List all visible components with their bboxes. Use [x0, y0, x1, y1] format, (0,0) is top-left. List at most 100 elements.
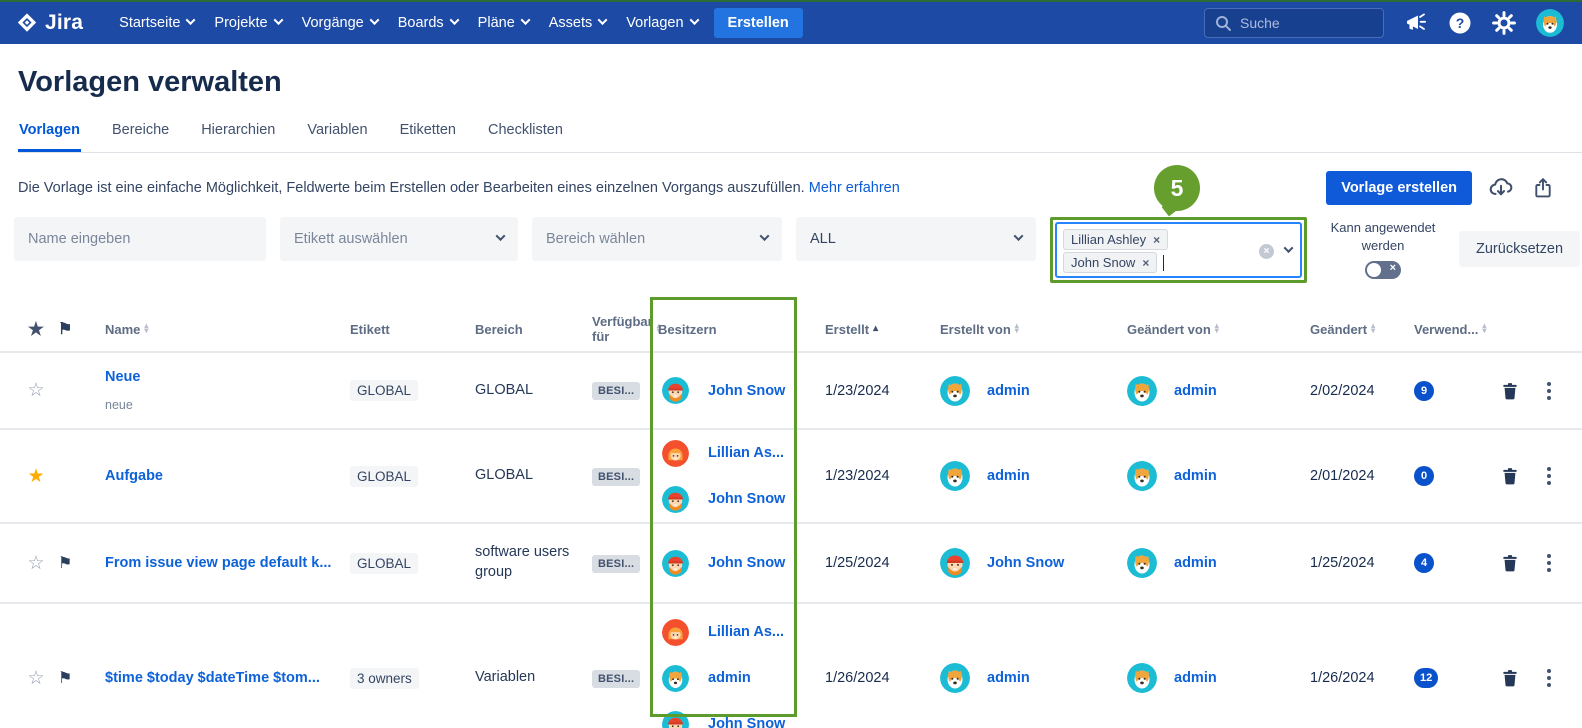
creator-link[interactable]: admin — [987, 670, 1030, 686]
nav-item-assets[interactable]: Assets — [539, 9, 617, 37]
column-header-geaendert-von[interactable]: Geändert von▴▾ — [1125, 322, 1305, 337]
delete-button[interactable] — [1490, 381, 1530, 401]
creator-avatar — [940, 376, 970, 406]
creator-link[interactable]: admin — [987, 383, 1030, 399]
user-avatar[interactable] — [1536, 9, 1564, 37]
column-header-geaendert[interactable]: Geändert▴▾ — [1305, 322, 1408, 337]
column-header-name[interactable]: Name▴▾ — [94, 322, 345, 337]
row-menu-button[interactable] — [1530, 550, 1568, 576]
star-icon[interactable]: ★ — [14, 465, 58, 488]
scope-filter-select[interactable]: Bereich wählen — [532, 217, 782, 261]
bereich-value: GLOBAL — [470, 381, 588, 401]
bereich-value: Variablen — [470, 668, 588, 688]
row-menu-button[interactable] — [1530, 665, 1568, 691]
reset-button[interactable]: Zurücksetzen — [1459, 231, 1580, 267]
owner-link[interactable]: admin — [708, 670, 751, 686]
tab-variablen[interactable]: Variablen — [306, 122, 368, 152]
help-icon[interactable]: ? — [1448, 11, 1472, 35]
name-filter-input[interactable] — [14, 217, 266, 261]
nav-item-vorgaenge[interactable]: Vorgänge — [292, 9, 388, 37]
export-share-icon[interactable] — [1530, 175, 1556, 201]
announcement-icon[interactable] — [1404, 11, 1428, 35]
nav-item-boards[interactable]: Boards — [388, 9, 468, 37]
type-filter-select[interactable]: ALL — [796, 217, 1036, 261]
modifier-avatar — [1127, 663, 1157, 693]
remove-chip-icon[interactable]: × — [1153, 233, 1160, 247]
column-header-verwendungen[interactable]: Verwend...▴▾ — [1408, 322, 1490, 337]
star-icon[interactable]: ☆ — [14, 667, 58, 690]
delete-button[interactable] — [1490, 466, 1530, 486]
tab-vorlagen[interactable]: Vorlagen — [18, 122, 81, 152]
can-apply-toggle[interactable]: × — [1365, 261, 1401, 279]
jira-brand[interactable]: Jira — [16, 11, 83, 35]
jira-logo-icon — [16, 12, 38, 34]
star-icon[interactable]: ☆ — [14, 552, 58, 575]
remove-chip-icon[interactable]: × — [1142, 256, 1149, 270]
modifier-link[interactable]: admin — [1174, 383, 1217, 399]
owner-link[interactable]: Lillian As... — [708, 445, 784, 461]
nav-item-projekte[interactable]: Projekte — [204, 9, 291, 37]
table-row: ★ Aufgabe GLOBAL GLOBAL BESI... Lillian … — [0, 430, 1582, 524]
column-header-erstellt[interactable]: Erstellt▴ — [800, 322, 935, 337]
owner-link[interactable]: John Snow — [708, 491, 785, 507]
modifier-link[interactable]: admin — [1174, 555, 1217, 571]
owner-link[interactable]: John Snow — [708, 716, 785, 728]
template-name-link[interactable]: Aufgabe — [105, 468, 163, 484]
creator-link[interactable]: John Snow — [987, 555, 1064, 571]
chevron-down-icon[interactable] — [1284, 243, 1294, 253]
tab-bereiche[interactable]: Bereiche — [111, 122, 170, 152]
tab-etiketten[interactable]: Etiketten — [399, 122, 457, 152]
modifier-link[interactable]: admin — [1174, 670, 1217, 686]
template-name-link[interactable]: $time $today $dateTime $tom... — [105, 670, 320, 686]
nav-item-startseite[interactable]: Startseite — [109, 9, 204, 37]
clear-all-icon[interactable]: × — [1259, 244, 1274, 259]
star-column-header-icon[interactable]: ★ — [14, 319, 58, 340]
annotation-highlight-box: Lillian Ashley × John Snow × × — [1050, 217, 1307, 283]
chevron-down-icon — [273, 15, 283, 25]
template-name-link[interactable]: Neue — [105, 369, 140, 385]
column-header-verfuegbar[interactable]: Verfügbar für▴▾ — [588, 314, 648, 344]
tab-hierarchien[interactable]: Hierarchien — [200, 122, 276, 152]
settings-gear-icon[interactable] — [1492, 11, 1516, 35]
modifier-link[interactable]: admin — [1174, 468, 1217, 484]
owner-link[interactable]: John Snow — [708, 555, 785, 571]
owner-filter-multiselect[interactable]: Lillian Ashley × John Snow × × — [1055, 222, 1302, 278]
flag-icon[interactable]: ⚑ — [58, 668, 94, 688]
search-input[interactable]: Suche — [1204, 8, 1384, 38]
svg-text:?: ? — [1456, 15, 1465, 31]
column-header-erstellt-von[interactable]: Erstellt von▴▾ — [935, 322, 1125, 337]
tab-checklisten[interactable]: Checklisten — [487, 122, 564, 152]
owner-link[interactable]: John Snow — [708, 383, 785, 399]
creator-link[interactable]: admin — [987, 468, 1030, 484]
learn-more-link[interactable]: Mehr erfahren — [809, 180, 900, 196]
template-name-link[interactable]: From issue view page default k... — [105, 555, 331, 571]
chevron-down-icon — [689, 15, 699, 25]
etikett-chip: GLOBAL — [350, 553, 418, 574]
star-icon[interactable]: ☆ — [14, 379, 58, 402]
table-row: ☆ Neue neue GLOBAL GLOBAL BESI... John S… — [0, 353, 1582, 430]
flag-icon[interactable]: ⚑ — [58, 553, 94, 573]
delete-button[interactable] — [1490, 668, 1530, 688]
import-cloud-icon[interactable] — [1488, 175, 1514, 201]
nav-item-plaene[interactable]: Pläne — [468, 9, 539, 37]
creator-avatar — [940, 548, 970, 578]
delete-button[interactable] — [1490, 553, 1530, 573]
nav-item-vorlagen[interactable]: Vorlagen — [616, 9, 707, 37]
owner-link[interactable]: Lillian As... — [708, 624, 784, 640]
create-button[interactable]: Erstellen — [714, 8, 803, 38]
create-template-button[interactable]: Vorlage erstellen — [1326, 171, 1472, 205]
modified-date: 1/25/2024 — [1305, 555, 1408, 571]
brand-name: Jira — [45, 11, 83, 35]
usage-count-badge: 0 — [1414, 466, 1434, 486]
owner-avatar — [662, 550, 689, 577]
row-menu-button[interactable] — [1530, 463, 1568, 489]
row-menu-button[interactable] — [1530, 378, 1568, 404]
modified-date: 2/02/2024 — [1305, 383, 1408, 399]
label-filter-select[interactable]: Etikett auswählen — [280, 217, 518, 261]
column-header-bereich: Bereich — [470, 322, 588, 337]
verfuegbar-chip: BESI... — [592, 670, 640, 688]
verfuegbar-chip: BESI... — [592, 382, 640, 400]
flag-column-header-icon[interactable]: ⚑ — [58, 319, 94, 339]
owner-avatar — [662, 377, 689, 404]
page-description: Die Vorlage ist eine einfache Möglichkei… — [18, 180, 900, 196]
